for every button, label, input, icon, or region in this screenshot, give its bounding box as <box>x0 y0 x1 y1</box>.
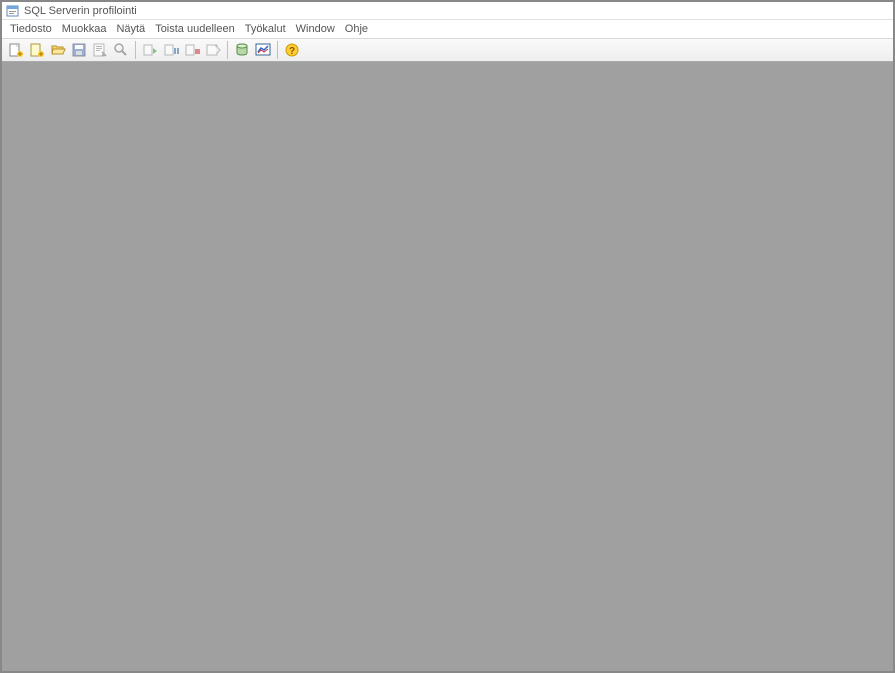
new-template-icon <box>29 42 45 58</box>
menu-help[interactable]: Ohje <box>341 22 372 36</box>
pause-button[interactable] <box>161 40 181 60</box>
toolbar-separator <box>227 41 228 59</box>
run-icon <box>142 42 158 58</box>
workspace-area <box>2 62 893 671</box>
open-folder-icon <box>50 42 66 58</box>
toolbar-separator <box>277 41 278 59</box>
db-tuning-button[interactable] <box>232 40 252 60</box>
properties-icon <box>92 42 108 58</box>
menu-file[interactable]: Tiedosto <box>6 22 56 36</box>
window-title: SQL Serverin profilointi <box>24 5 137 17</box>
menu-edit[interactable]: Muokkaa <box>58 22 111 36</box>
open-file-button[interactable] <box>48 40 68 60</box>
toolbar: ? <box>2 38 893 62</box>
properties-button[interactable] <box>90 40 110 60</box>
stop-icon <box>184 42 200 58</box>
find-button[interactable] <box>111 40 131 60</box>
svg-text:?: ? <box>289 46 295 57</box>
titlebar: SQL Serverin profilointi <box>2 2 893 20</box>
clear-button[interactable] <box>203 40 223 60</box>
chart-icon <box>255 42 271 58</box>
stop-button[interactable] <box>182 40 202 60</box>
pause-icon <box>163 42 179 58</box>
help-button[interactable]: ? <box>282 40 302 60</box>
find-icon <box>113 42 129 58</box>
menu-tools[interactable]: Työkalut <box>241 22 290 36</box>
save-button[interactable] <box>69 40 89 60</box>
new-trace-button[interactable] <box>6 40 26 60</box>
save-icon <box>71 42 87 58</box>
toolbar-separator <box>135 41 136 59</box>
menu-replay[interactable]: Toista uudelleen <box>151 22 239 36</box>
new-trace-icon <box>8 42 24 58</box>
db-tuning-icon <box>234 42 250 58</box>
help-icon: ? <box>284 42 300 58</box>
start-button[interactable] <box>140 40 160 60</box>
clear-icon <box>205 42 221 58</box>
app-icon <box>6 4 20 18</box>
menu-view[interactable]: Näytä <box>112 22 149 36</box>
menu-window[interactable]: Window <box>292 22 339 36</box>
activity-button[interactable] <box>253 40 273 60</box>
new-template-button[interactable] <box>27 40 47 60</box>
menubar: Tiedosto Muokkaa Näytä Toista uudelleen … <box>2 20 893 38</box>
